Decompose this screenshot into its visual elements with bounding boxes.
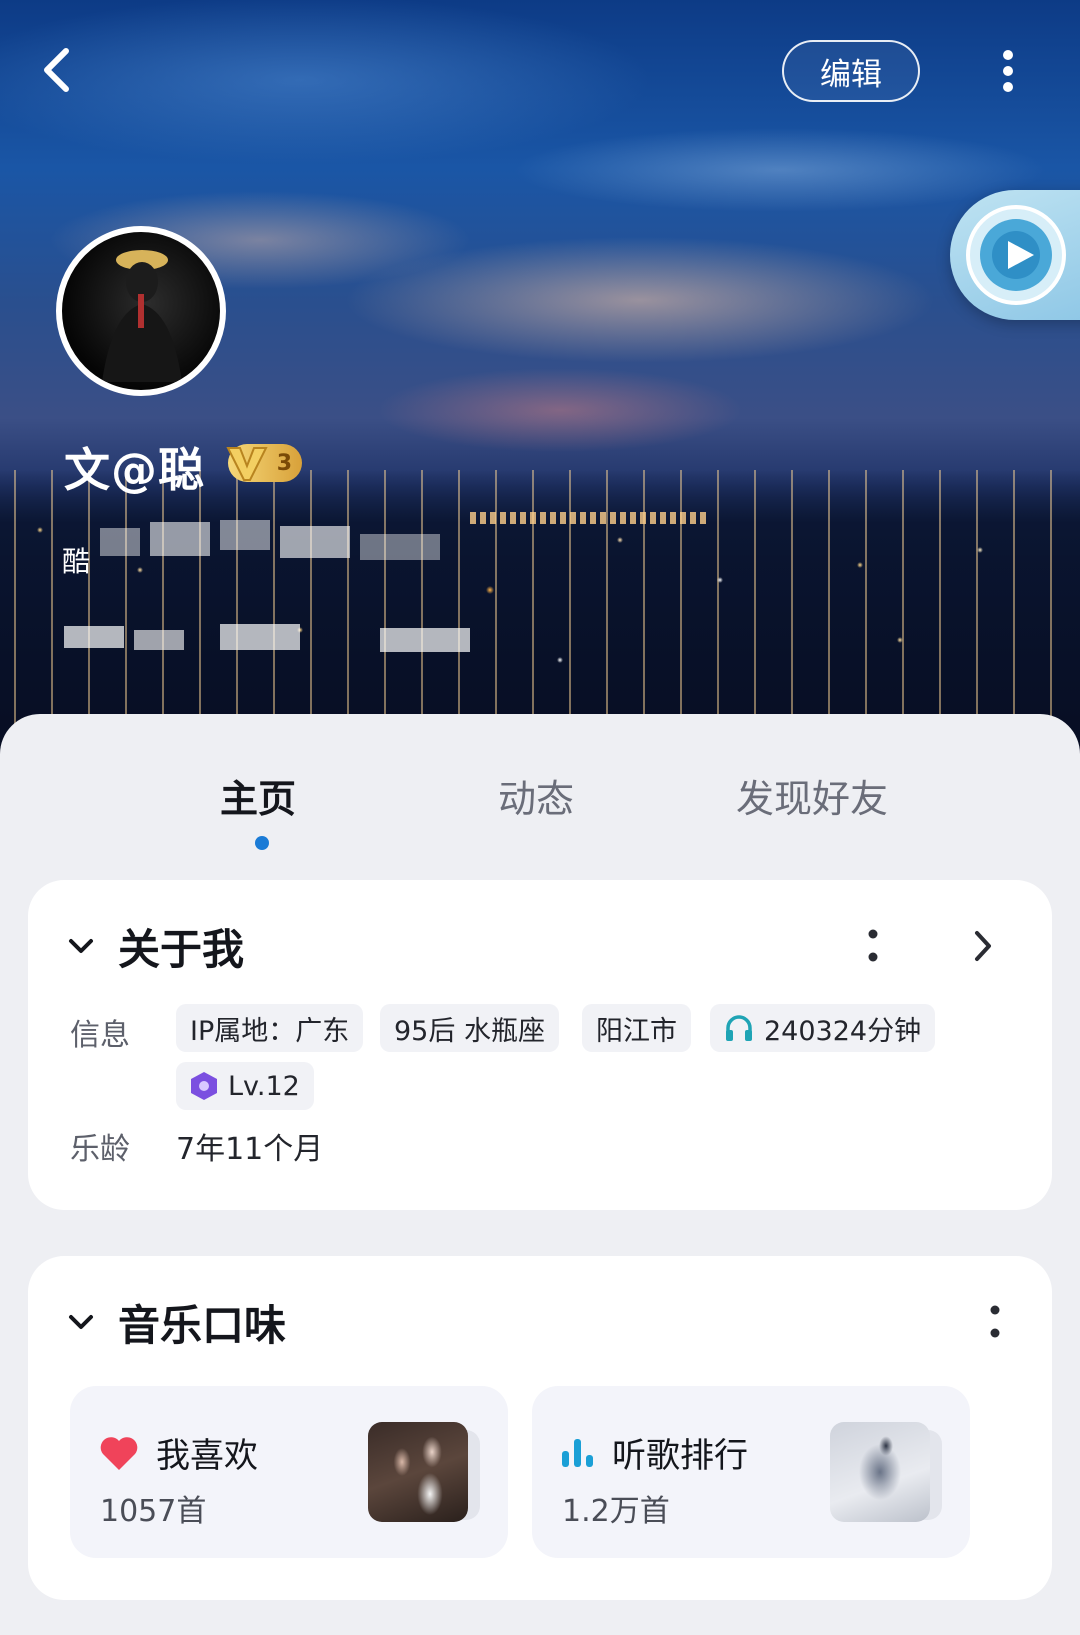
more-options-button[interactable]: [988, 46, 1028, 96]
more-vertical-icon: [990, 1305, 1000, 1338]
edit-profile-button[interactable]: 编辑: [782, 40, 920, 102]
avatar-image: [102, 250, 182, 382]
avatar[interactable]: [56, 226, 226, 396]
listening-ranking-tile[interactable]: 听歌排行 1.2万首: [532, 1386, 970, 1558]
about-me-header[interactable]: 关于我: [68, 916, 244, 976]
about-me-card: 关于我 信息 IP属地：广东 95后 水瓶座 阳江市 240324分钟 Lv.1…: [28, 880, 1052, 1210]
censored-pixel: [280, 526, 350, 558]
profile-content-sheet: 主页 动态 发现好友 关于我 信息 IP属地：广东 95后 水瓶座 阳江市 24…: [0, 714, 1080, 1635]
age-zodiac-chip: 95后 水瓶座: [380, 1004, 559, 1052]
bar-chart-icon: [562, 1438, 593, 1467]
censored-pixel: [134, 630, 184, 650]
level-chip[interactable]: Lv.12: [176, 1062, 314, 1110]
music-taste-card: 音乐口味 我喜欢 1057首 听歌排行 1.2万首: [28, 1256, 1052, 1600]
listening-time-value: 240324分钟: [764, 1015, 922, 1047]
nickname: 文@聪: [64, 443, 205, 497]
music-age-label: 乐龄: [70, 1132, 130, 1167]
chevron-right-icon: [975, 931, 991, 961]
listening-ranking-cover: [830, 1422, 942, 1526]
level-value: Lv.12: [228, 1070, 300, 1102]
now-playing-button[interactable]: [950, 190, 1080, 320]
music-age-value: 7年11个月: [176, 1132, 324, 1167]
listening-ranking-count: 1.2万首: [562, 1494, 670, 1529]
listening-ranking-title: 听歌排行: [612, 1436, 748, 1476]
info-label: 信息: [70, 1018, 130, 1053]
signature-text: 酷: [62, 545, 91, 578]
tab-activity[interactable]: 动态: [498, 768, 574, 823]
chevron-down-icon: [68, 1308, 96, 1336]
headphones-icon: [726, 1015, 752, 1041]
listening-ranking-cover-image: [830, 1422, 930, 1522]
music-taste-header[interactable]: 音乐口味: [68, 1292, 286, 1352]
listening-time-chip[interactable]: 240324分钟: [710, 1004, 936, 1052]
about-me-title: 关于我: [118, 924, 245, 974]
about-expand-button[interactable]: [966, 924, 1000, 968]
back-arrow-icon: [44, 48, 69, 92]
liked-songs-count: 1057首: [100, 1494, 207, 1529]
tab-discover-friends[interactable]: 发现好友: [736, 768, 888, 823]
vip-badge[interactable]: 3: [226, 444, 302, 482]
profile-tabs: 主页 动态 发现好友: [0, 714, 1080, 850]
back-button[interactable]: [36, 44, 76, 96]
liked-songs-cover: [368, 1422, 480, 1526]
level-hexagon-icon: [191, 1072, 217, 1100]
music-taste-title: 音乐口味: [118, 1300, 287, 1350]
city-chip: 阳江市: [582, 1004, 691, 1052]
about-more-button[interactable]: [858, 924, 888, 968]
censored-pixel: [150, 522, 210, 556]
building-lights: [470, 512, 710, 524]
tab-home[interactable]: 主页: [220, 768, 296, 823]
music-taste-more-button[interactable]: [980, 1300, 1010, 1344]
liked-songs-tile[interactable]: 我喜欢 1057首: [70, 1386, 508, 1558]
more-vertical-icon: [868, 929, 878, 962]
censored-pixel: [220, 624, 300, 650]
heart-icon: [100, 1436, 138, 1470]
ip-location-chip: IP属地：广东: [176, 1004, 364, 1052]
liked-songs-cover-image: [368, 1422, 468, 1522]
active-tab-indicator: [255, 836, 269, 850]
censored-pixel: [100, 528, 140, 556]
censored-pixel: [380, 628, 470, 652]
censored-pixel: [360, 534, 440, 560]
music-player-disc-icon: [966, 205, 1066, 305]
vip-level: 3: [276, 450, 292, 476]
censored-pixel: [220, 520, 270, 550]
liked-songs-title: 我喜欢: [156, 1436, 258, 1476]
vip-crown-icon: [226, 447, 268, 481]
censored-pixel: [64, 626, 124, 648]
more-vertical-icon: [1003, 50, 1013, 92]
chevron-down-icon: [68, 932, 96, 960]
